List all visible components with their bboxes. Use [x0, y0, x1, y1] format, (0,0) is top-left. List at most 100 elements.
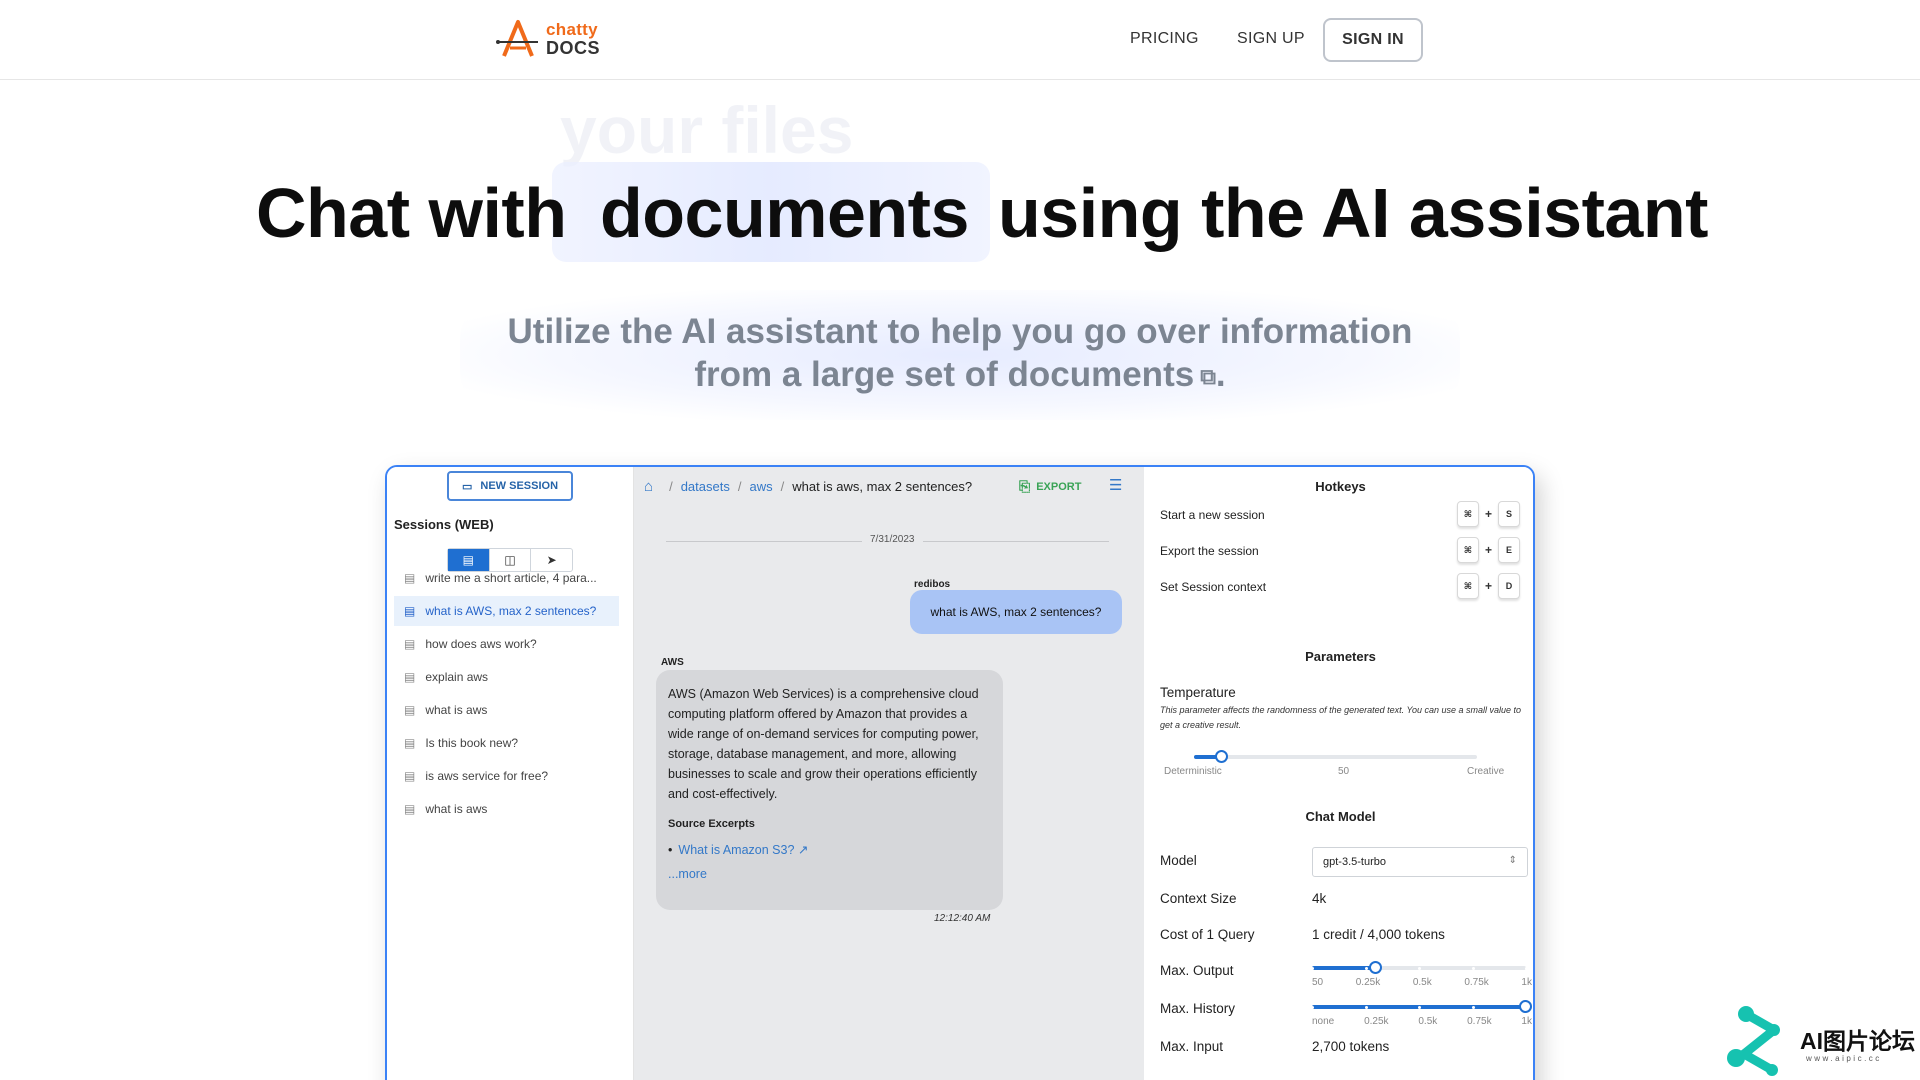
- hero-subtitle-line2: from a large set of documents: [694, 355, 1195, 394]
- breadcrumb-separator: /: [737, 478, 742, 494]
- temp-tick-label: Deterministic: [1164, 766, 1222, 777]
- new-session-button[interactable]: ▭ NEW SESSION: [447, 471, 573, 501]
- source-link[interactable]: What is Amazon S3?: [678, 843, 794, 857]
- breadcrumb-current: what is aws, max 2 sentences?: [792, 478, 973, 494]
- more-link[interactable]: ...more: [668, 864, 991, 884]
- slider-step-dot: [1525, 1006, 1528, 1009]
- output-tick: 0.5k: [1412, 977, 1432, 988]
- assistant-message-text: AWS (Amazon Web Services) is a comprehen…: [668, 687, 979, 801]
- export-icon: ⎘: [1019, 478, 1031, 494]
- cmd-key: ⌘: [1456, 573, 1479, 599]
- watermark: AI图片论坛 www.aipic.cc: [1722, 1000, 1920, 1080]
- max-output-ticks: 50 0.25k 0.5k 0.75k 1k: [1312, 977, 1532, 988]
- slider-step-dot: [1418, 967, 1421, 970]
- documents-icon: ⧉: [1200, 364, 1216, 390]
- max-output-slider[interactable]: [1311, 961, 1528, 974]
- hero-subtitle-period: .: [1215, 355, 1226, 394]
- history-tick: 0.75k: [1467, 1016, 1492, 1027]
- hero-subtitle: Utilize the AI assistant to help you go …: [460, 310, 1460, 398]
- session-item-label: what is AWS, max 2 sentences?: [425, 604, 597, 618]
- hotkey-label: Set Session context: [1160, 580, 1267, 594]
- sessions-sidebar: ▭ NEW SESSION Sessions (WEB) ▤ ◫ ➤ ▤ writ…: [387, 467, 634, 1080]
- hotkey-combo: ⌘ + D: [1456, 573, 1520, 599]
- user-name: redibos: [914, 579, 951, 590]
- max-output-slider-thumb[interactable]: [1369, 961, 1383, 974]
- hotkey-row: Export the session ⌘ + E: [1160, 537, 1520, 565]
- model-select-value: gpt-3.5-turbo: [1323, 856, 1386, 868]
- session-item[interactable]: ▤ what is aws: [394, 695, 619, 725]
- export-button[interactable]: ⎘ EXPORT: [1019, 478, 1081, 495]
- session-item[interactable]: ▤ write me a short article, 4 para...: [394, 563, 619, 593]
- history-tick: 0.25k: [1364, 1016, 1389, 1027]
- logo[interactable]: chatty DOCS: [496, 18, 606, 60]
- source-excerpts-title: Source Excerpts: [668, 818, 755, 830]
- hotkey-combo: ⌘ + E: [1456, 537, 1520, 563]
- temp-tick-label: 50: [1338, 766, 1350, 777]
- plus-sign: +: [1484, 543, 1492, 557]
- assistant-message-bubble: AWS (Amazon Web Services) is a comprehen…: [656, 670, 1003, 910]
- parameters-title: Parameters: [1305, 649, 1376, 664]
- session-item-active[interactable]: ▤ what is AWS, max 2 sentences?: [394, 596, 619, 626]
- session-item[interactable]: ▤ what is aws: [394, 794, 619, 824]
- max-output-label: Max. Output: [1160, 963, 1234, 978]
- slider-step-dot: [1311, 967, 1314, 970]
- session-item-label: how does aws work?: [425, 637, 537, 651]
- hero-title-part2: using the AI assistant: [998, 174, 1708, 252]
- breadcrumb-separator: /: [780, 478, 785, 494]
- slider-step-dot: [1418, 1006, 1421, 1009]
- hero-title: Chat with documents using the AI assista…: [0, 162, 1920, 262]
- temperature-slider-thumb[interactable]: [1215, 750, 1229, 763]
- max-input-label: Max. Input: [1160, 1039, 1224, 1054]
- hotkey-combo: ⌘ + S: [1456, 501, 1520, 527]
- session-item[interactable]: ▤ is aws service for free?: [394, 761, 619, 791]
- history-tick: 1k: [1521, 1016, 1532, 1027]
- settings-panel: Hotkeys Start a new session ⌘ + S Export t…: [1144, 467, 1533, 1080]
- home-icon[interactable]: ⌂: [644, 478, 653, 495]
- session-item-label: write me a short article, 4 para...: [425, 571, 597, 585]
- session-item-label: what is aws: [425, 703, 488, 717]
- source-item: • What is Amazon S3? ↗: [668, 840, 991, 860]
- chat-bubble-icon: ▤: [404, 637, 416, 651]
- hotkeys-title: Hotkeys: [1315, 479, 1366, 494]
- breadcrumb-datasets[interactable]: datasets: [681, 479, 730, 494]
- session-item[interactable]: ▤ Is this book new?: [394, 728, 619, 758]
- cost-label: Cost of 1 Query: [1160, 927, 1255, 942]
- history-tick: 0.5k: [1418, 1016, 1438, 1027]
- nav-signup-link[interactable]: SIGN UP: [1237, 30, 1305, 48]
- plus-sign: +: [1484, 507, 1492, 521]
- temperature-label: Temperature: [1160, 685, 1236, 700]
- max-history-slider[interactable]: [1311, 1000, 1532, 1013]
- hero-title-part1: Chat with: [256, 174, 567, 252]
- chat-bubble-icon: ▤: [404, 670, 416, 684]
- assistant-name: AWS: [661, 657, 684, 668]
- letter-key: S: [1498, 501, 1520, 527]
- breadcrumb-separator: /: [669, 478, 673, 494]
- session-item[interactable]: ▤ how does aws work?: [394, 629, 619, 659]
- logo-a-icon: [496, 20, 538, 57]
- output-tick: 0.75k: [1464, 977, 1489, 988]
- slider-step-dot: [1311, 1006, 1314, 1009]
- max-history-label: Max. History: [1160, 1001, 1236, 1016]
- database-icon[interactable]: ☰: [1109, 476, 1122, 494]
- hotkey-label: Export the session: [1160, 544, 1259, 558]
- nav-pricing-link[interactable]: PRICING: [1130, 30, 1199, 48]
- hotkey-row: Set Session context ⌘ + D: [1160, 573, 1520, 601]
- external-link-icon[interactable]: ↗: [798, 843, 808, 857]
- hero-subtitle-line1: Utilize the AI assistant to help you go …: [507, 312, 1413, 351]
- chat-model-title: Chat Model: [1305, 809, 1376, 824]
- sessions-label: Sessions (WEB): [394, 517, 494, 532]
- model-select[interactable]: gpt-3.5-turbo ⇕: [1312, 847, 1528, 877]
- top-nav: chatty DOCS PRICING SIGN UP SIGN IN: [0, 0, 1920, 80]
- session-item-label: what is aws: [425, 802, 488, 816]
- session-item[interactable]: ▤ explain aws: [394, 662, 619, 692]
- session-item-label: is aws service for free?: [425, 769, 549, 783]
- sign-in-button[interactable]: SIGN IN: [1323, 18, 1423, 62]
- chat-bubble-icon: ▤: [404, 571, 416, 585]
- breadcrumb-aws[interactable]: aws: [749, 479, 772, 494]
- temp-tick-label: Creative: [1467, 766, 1505, 777]
- letter-key: D: [1498, 573, 1520, 599]
- history-tick: none: [1312, 1016, 1335, 1027]
- context-size-value: 4k: [1312, 891, 1327, 906]
- cmd-key: ⌘: [1456, 501, 1479, 527]
- temperature-slider[interactable]: [1194, 750, 1477, 763]
